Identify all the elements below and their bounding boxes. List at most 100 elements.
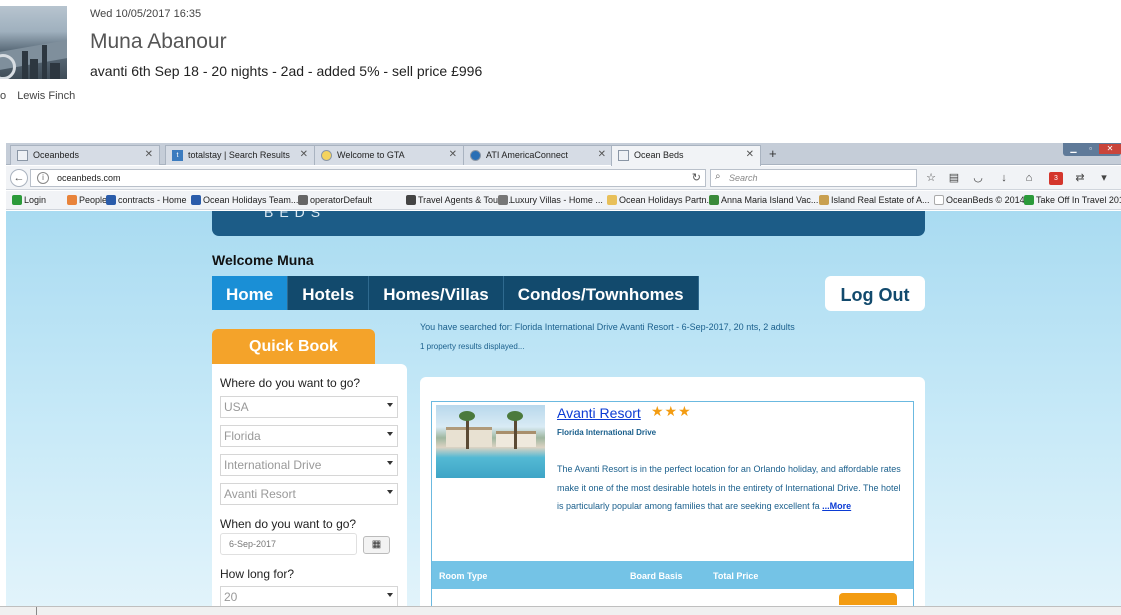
info-icon[interactable]: i <box>37 172 49 184</box>
how-long-label: How long for? <box>220 567 295 581</box>
close-window-icon[interactable]: ✕ <box>1099 144 1121 154</box>
email-recipients: o Lewis Finch <box>0 90 75 102</box>
hotel-select[interactable]: Avanti Resort <box>220 483 398 505</box>
area-value: International Drive <box>224 458 322 472</box>
gta-icon <box>321 150 332 161</box>
bookmark-item[interactable]: Luxury Villas - Home ... <box>498 195 603 205</box>
email-sender[interactable]: Muna Abanour <box>90 30 227 54</box>
close-tab-icon[interactable]: ✕ <box>449 149 457 160</box>
nav-hotels[interactable]: Hotels <box>288 276 370 310</box>
window-controls: ▁ ▫ ✕ <box>1063 143 1121 156</box>
browser-tab-gta[interactable]: Welcome to GTA ✕ <box>314 145 464 165</box>
chevron-down-icon <box>387 403 393 407</box>
bookmark-item[interactable]: Island Real Estate of A... <box>819 195 930 205</box>
quick-book-title: Quick Book <box>212 329 375 364</box>
site-header: BEDS <box>212 211 925 236</box>
nav-homes-villas[interactable]: Homes/Villas <box>369 276 504 310</box>
totalstay-icon: t <box>172 150 183 161</box>
area-select[interactable]: International Drive <box>220 454 398 476</box>
chevron-down-icon <box>387 461 393 465</box>
bookmark-label: Ocean Holidays Partn... <box>619 195 715 205</box>
close-tab-icon[interactable]: ✕ <box>300 149 308 160</box>
address-bar[interactable]: i oceanbeds.com ↻ <box>30 169 706 187</box>
search-input[interactable]: ⌕ Search <box>710 169 917 187</box>
close-tab-icon[interactable]: ✕ <box>746 149 754 160</box>
close-tab-icon[interactable]: ✕ <box>145 149 153 160</box>
bookmark-item[interactable]: Anna Maria Island Vac... <box>709 195 818 205</box>
close-tab-icon[interactable]: ✕ <box>598 149 606 160</box>
bookmark-item[interactable]: contracts - Home <box>106 195 187 205</box>
results-count: 1 property results displayed... <box>420 342 525 351</box>
calendar-icon[interactable]: ▦ <box>363 536 390 554</box>
bookmark-item[interactable]: Take Off In Travel 2017 <box>1024 195 1121 205</box>
browser-tab-oceanbeds[interactable]: Oceanbeds ✕ <box>10 145 160 165</box>
bookmark-item[interactable]: operatorDefault <box>298 195 372 205</box>
recipient-prefix: o <box>0 90 7 102</box>
bookmark-item[interactable]: Ocean Holidays Partn... <box>607 195 714 205</box>
menu-icon[interactable]: ▾ <box>1096 170 1112 186</box>
hotel-location: Florida International Drive <box>557 428 657 437</box>
bookmarks-toolbar: Login People contracts - Home Ocean Holiday… <box>6 191 1121 210</box>
hotel-name-link[interactable]: Avanti Resort <box>557 405 641 421</box>
state-value: Florida <box>224 429 261 443</box>
bookmark-item[interactable]: Travel Agents & Tour ... <box>406 195 511 205</box>
bookmark-star-icon[interactable]: ☆ <box>923 170 939 186</box>
nav-condos-townhomes[interactable]: Condos/Townhomes <box>503 276 699 310</box>
book-button[interactable] <box>839 593 897 605</box>
bookmark-item[interactable]: People <box>67 195 107 205</box>
search-placeholder: Search <box>729 173 758 183</box>
bookmark-label: Anna Maria Island Vac... <box>721 195 819 205</box>
column-total-price: Total Price <box>713 571 759 581</box>
room-table-header: Room Type Board Basis Total Price <box>432 561 913 589</box>
hotel-value: Avanti Resort <box>224 487 296 501</box>
bookmark-favicon-icon <box>819 195 829 205</box>
hotel-result-card: Avanti Resort ★★★ Florida International … <box>431 401 914 615</box>
maximize-icon[interactable]: ▫ <box>1082 144 1099 154</box>
download-icon[interactable]: ↓ <box>996 170 1012 186</box>
bookmark-favicon-icon <box>106 195 116 205</box>
browser-tab-ocean-beds[interactable]: Ocean Beds ✕ <box>611 145 761 166</box>
bookmark-favicon-icon <box>607 195 617 205</box>
back-arrow-icon[interactable]: ← <box>10 169 28 187</box>
tab-label: ATI AmericaConnect <box>486 150 568 160</box>
sender-avatar <box>0 6 67 79</box>
search-summary: You have searched for: Florida Internati… <box>420 322 795 332</box>
logout-button[interactable]: Log Out <box>825 276 925 311</box>
main-navigation: Home Hotels Homes/Villas Condos/Townhome… <box>212 276 699 310</box>
addon-badge-icon[interactable]: 3 <box>1049 172 1063 185</box>
tab-label: Oceanbeds <box>33 150 80 160</box>
bookmark-favicon-icon <box>12 195 22 205</box>
recipient-name[interactable]: Lewis Finch <box>17 90 75 102</box>
extension-icon[interactable]: ⇄ <box>1072 170 1088 186</box>
site-logo[interactable]: BEDS <box>264 211 326 220</box>
new-tab-button[interactable]: + <box>769 146 777 161</box>
email-subject: avanti 6th Sep 18 - 20 nights - 2ad - ad… <box>90 63 483 79</box>
reload-icon[interactable]: ↻ <box>692 171 701 184</box>
state-select[interactable]: Florida <box>220 425 398 447</box>
nav-home[interactable]: Home <box>212 276 289 310</box>
bookmark-item[interactable]: OceanBeds © 2014 <box>934 195 1025 205</box>
bookmark-label: Ocean Holidays Team... <box>203 195 299 205</box>
page-viewport: BEDS Welcome Muna Home Hotels Homes/Vill… <box>6 211 1121 615</box>
minimize-icon[interactable]: ▁ <box>1065 144 1082 154</box>
chevron-down-icon <box>387 432 393 436</box>
browser-tab-totalstay[interactable]: t totalstay | Search Results ✕ <box>165 145 315 165</box>
pocket-icon[interactable]: ◡ <box>970 170 986 186</box>
bookmark-favicon-icon <box>709 195 719 205</box>
bookmark-item[interactable]: Login <box>12 195 46 205</box>
home-icon[interactable]: ⌂ <box>1021 170 1037 186</box>
date-input[interactable]: 6-Sep-2017 <box>220 533 357 555</box>
nights-select[interactable]: 20 <box>220 586 398 608</box>
hotel-photo[interactable] <box>436 405 545 478</box>
results-panel: Avanti Resort ★★★ Florida International … <box>420 377 925 615</box>
bookmark-item[interactable]: Ocean Holidays Team... <box>191 195 298 205</box>
nights-value: 20 <box>224 590 238 604</box>
reading-list-icon[interactable]: ▤ <box>946 170 962 186</box>
chevron-down-icon <box>387 490 393 494</box>
email-header: Wed 10/05/2017 16:35 Muna Abanour avanti… <box>0 0 1121 140</box>
page-icon <box>618 150 629 161</box>
more-link[interactable]: ...More <box>822 501 851 511</box>
browser-tab-ati[interactable]: ATI AmericaConnect ✕ <box>463 145 613 165</box>
country-select[interactable]: USA <box>220 396 398 418</box>
bookmark-favicon-icon <box>406 195 416 205</box>
